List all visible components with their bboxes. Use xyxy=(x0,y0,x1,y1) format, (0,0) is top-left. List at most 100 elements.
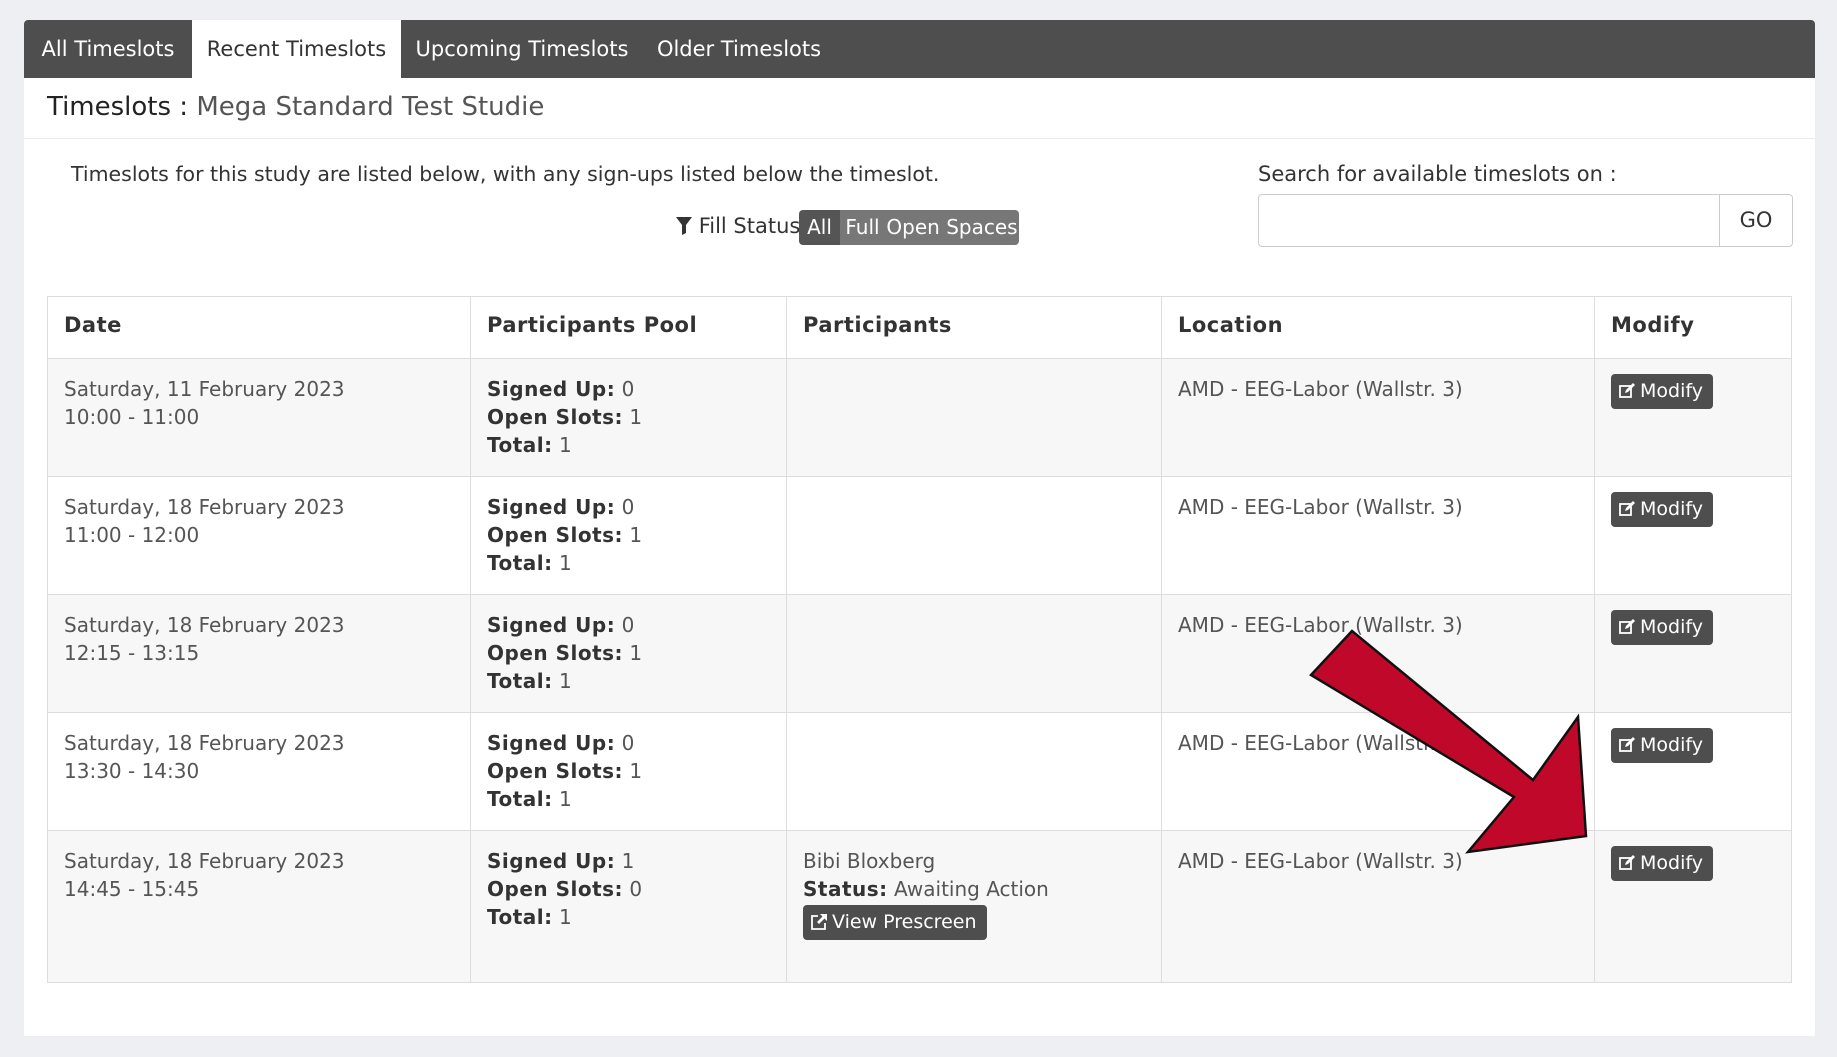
go-button[interactable]: GO xyxy=(1719,194,1793,247)
modify-label: Modify xyxy=(1640,616,1703,638)
open-slots-value: 1 xyxy=(629,759,643,783)
edit-icon xyxy=(1619,737,1635,752)
location-cell: AMD - EEG-Labor (Wallstr. 3) xyxy=(1161,712,1595,831)
signed-up-label: Signed Up: xyxy=(487,731,616,755)
page-title: Timeslots : Mega Standard Test Studie xyxy=(47,92,544,122)
tab-older-timeslots[interactable]: Older Timeslots xyxy=(643,20,835,78)
modify-button[interactable]: Modify xyxy=(1611,374,1713,409)
location-cell: AMD - EEG-Labor (Wallstr. 3) xyxy=(1161,594,1595,713)
signed-up-label: Signed Up: xyxy=(487,495,616,519)
view-prescreen-button[interactable]: View Prescreen xyxy=(803,905,987,940)
modify-button[interactable]: Modify xyxy=(1611,492,1713,527)
filter-full-button[interactable]: Full xyxy=(840,210,885,245)
signed-up-label: Signed Up: xyxy=(487,377,616,401)
timeslots-panel: All Timeslots Recent Timeslots Upcoming … xyxy=(24,20,1815,1036)
total-value: 1 xyxy=(559,669,572,693)
edit-icon xyxy=(1619,619,1635,634)
pool-cell: Signed Up: 1 Open Slots: 0 Total: 1 xyxy=(470,830,787,983)
modify-label: Modify xyxy=(1640,498,1703,520)
timeslot-date: Saturday, 11 February 2023 xyxy=(64,377,345,401)
signed-up-value: 0 xyxy=(621,495,635,519)
modify-cell: Modify xyxy=(1594,594,1792,713)
external-link-icon xyxy=(811,914,827,930)
participant-status: Awaiting Action xyxy=(894,877,1049,901)
timeslot-date: Saturday, 18 February 2023 xyxy=(64,495,345,519)
header-participants-pool: Participants Pool xyxy=(470,296,787,359)
timeslot-time: 12:15 - 13:15 xyxy=(64,641,200,665)
modify-button[interactable]: Modify xyxy=(1611,728,1713,763)
location-cell: AMD - EEG-Labor (Wallstr. 3) xyxy=(1161,830,1595,983)
search-date-input[interactable] xyxy=(1258,194,1720,247)
pool-cell: Signed Up: 0 Open Slots: 1 Total: 1 xyxy=(470,476,787,595)
table-row: Saturday, 18 February 2023 14:45 - 15:45… xyxy=(47,830,1792,983)
total-value: 1 xyxy=(559,551,572,575)
date-cell: Saturday, 18 February 2023 12:15 - 13:15 xyxy=(47,594,471,713)
total-label: Total: xyxy=(487,433,553,457)
signed-up-value: 0 xyxy=(621,377,635,401)
tab-all-timeslots[interactable]: All Timeslots xyxy=(24,20,192,78)
header-participants: Participants xyxy=(786,296,1162,359)
open-slots-label: Open Slots: xyxy=(487,405,624,429)
filter-icon xyxy=(676,216,692,235)
modify-button-row-5[interactable]: Modify xyxy=(1611,846,1713,881)
modify-cell: Modify xyxy=(1594,476,1792,595)
header-location: Location xyxy=(1161,296,1595,359)
tab-recent-timeslots[interactable]: Recent Timeslots xyxy=(192,20,401,78)
signed-up-value: 0 xyxy=(621,613,635,637)
page-title-study: Mega Standard Test Studie xyxy=(196,92,545,122)
date-cell: Saturday, 18 February 2023 13:30 - 14:30 xyxy=(47,712,471,831)
fill-status-label: Fill Status xyxy=(698,214,801,238)
modify-label: Modify xyxy=(1640,852,1703,874)
timeslot-date: Saturday, 18 February 2023 xyxy=(64,849,345,873)
modify-cell: Modify xyxy=(1594,712,1792,831)
total-label: Total: xyxy=(487,669,553,693)
total-value: 1 xyxy=(559,905,572,929)
timeslot-time: 13:30 - 14:30 xyxy=(64,759,200,783)
filter-open-spaces-button[interactable]: Open Spaces xyxy=(885,210,1019,245)
page-title-prefix: Timeslots : xyxy=(47,92,189,122)
modify-cell: Modify xyxy=(1594,830,1792,983)
signed-up-value: 1 xyxy=(621,849,635,873)
view-prescreen-label: View Prescreen xyxy=(832,911,977,933)
timeslots-table: Date Participants Pool Participants Loca… xyxy=(47,296,1792,983)
page-description: Timeslots for this study are listed belo… xyxy=(71,162,940,186)
participants-cell xyxy=(786,358,1162,477)
tab-upcoming-timeslots[interactable]: Upcoming Timeslots xyxy=(401,20,643,78)
edit-icon xyxy=(1619,855,1635,870)
table-header-row: Date Participants Pool Participants Loca… xyxy=(47,296,1792,359)
total-label: Total: xyxy=(487,905,553,929)
pool-cell: Signed Up: 0 Open Slots: 1 Total: 1 xyxy=(470,712,787,831)
title-divider xyxy=(24,138,1815,139)
filter-all-button[interactable]: All xyxy=(799,210,840,245)
signed-up-label: Signed Up: xyxy=(487,613,616,637)
header-modify: Modify xyxy=(1594,296,1792,359)
open-slots-label: Open Slots: xyxy=(487,641,624,665)
open-slots-label: Open Slots: xyxy=(487,877,624,901)
signed-up-label: Signed Up: xyxy=(487,849,616,873)
open-slots-value: 1 xyxy=(629,523,643,547)
date-cell: Saturday, 18 February 2023 11:00 - 12:00 xyxy=(47,476,471,595)
timeslot-date: Saturday, 18 February 2023 xyxy=(64,731,345,755)
edit-icon xyxy=(1619,383,1635,398)
location-cell: AMD - EEG-Labor (Wallstr. 3) xyxy=(1161,476,1595,595)
modify-label: Modify xyxy=(1640,734,1703,756)
location-cell: AMD - EEG-Labor (Wallstr. 3) xyxy=(1161,358,1595,477)
pool-cell: Signed Up: 0 Open Slots: 1 Total: 1 xyxy=(470,594,787,713)
total-label: Total: xyxy=(487,551,553,575)
timeslot-time: 14:45 - 15:45 xyxy=(64,877,200,901)
tab-bar: All Timeslots Recent Timeslots Upcoming … xyxy=(24,20,1815,78)
signed-up-value: 0 xyxy=(621,731,635,755)
modify-button[interactable]: Modify xyxy=(1611,610,1713,645)
participants-cell xyxy=(786,712,1162,831)
open-slots-value: 1 xyxy=(629,405,643,429)
table-row: Saturday, 18 February 2023 11:00 - 12:00… xyxy=(47,476,1792,595)
pool-cell: Signed Up: 0 Open Slots: 1 Total: 1 xyxy=(470,358,787,477)
date-cell: Saturday, 11 February 2023 10:00 - 11:00 xyxy=(47,358,471,477)
open-slots-value: 1 xyxy=(629,641,643,665)
open-slots-label: Open Slots: xyxy=(487,523,624,547)
header-date: Date xyxy=(47,296,471,359)
participants-cell xyxy=(786,594,1162,713)
open-slots-value: 0 xyxy=(629,877,643,901)
timeslot-date: Saturday, 18 February 2023 xyxy=(64,613,345,637)
table-row: Saturday, 18 February 2023 12:15 - 13:15… xyxy=(47,594,1792,713)
